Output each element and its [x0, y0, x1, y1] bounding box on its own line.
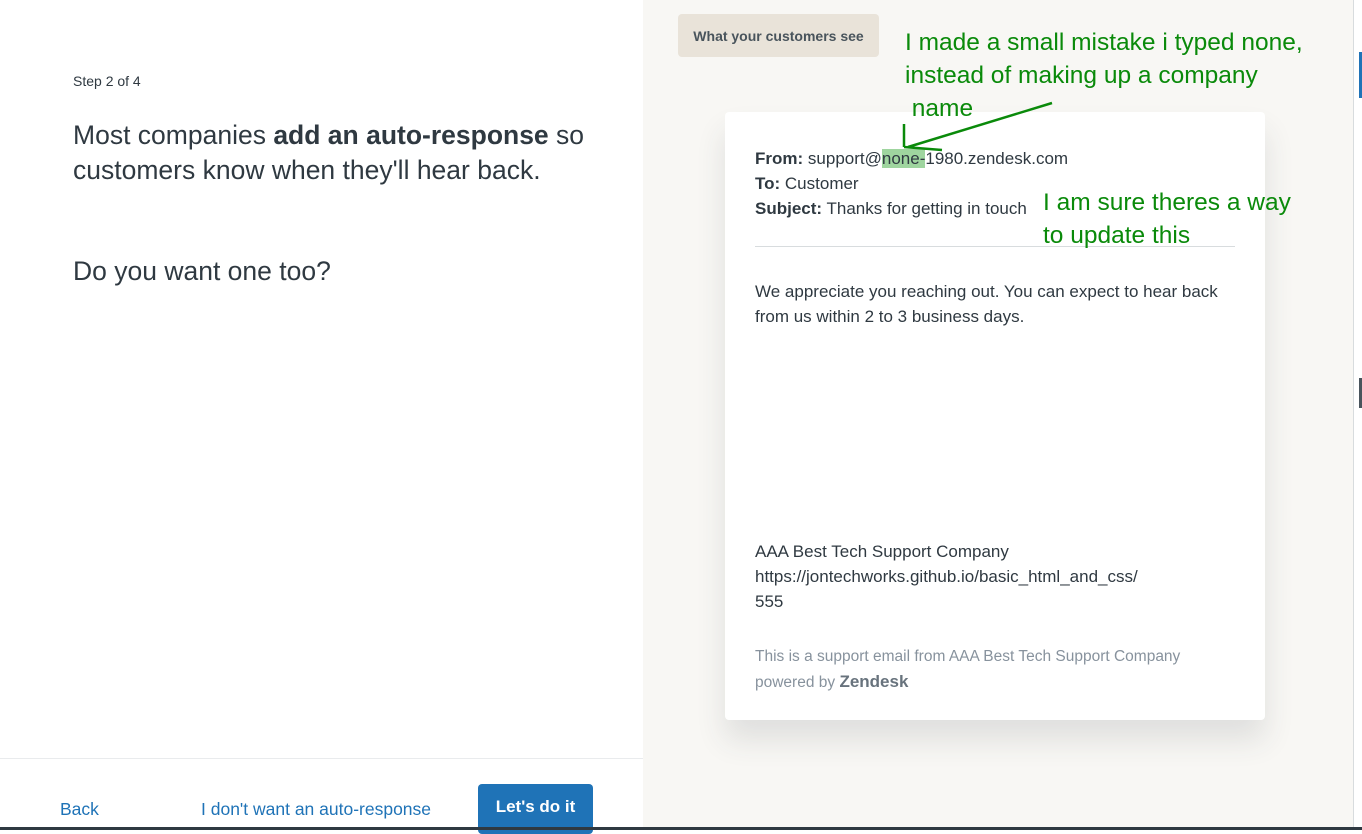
from-address-suffix: 1980.zendesk.com [925, 149, 1069, 168]
email-footer-note: This is a support email from AAA Best Te… [755, 644, 1235, 695]
email-signature: AAA Best Tech Support Company https://jo… [755, 539, 1138, 614]
zendesk-brand: Zendesk [839, 672, 909, 691]
email-subject-row: Subject: Thanks for getting in touch [755, 199, 1027, 219]
footer-divider [0, 758, 643, 759]
to-value: Customer [784, 174, 859, 193]
signature-company: AAA Best Tech Support Company [755, 542, 1009, 561]
annotation-note-line-2: instead of making up a company [905, 62, 1258, 89]
customer-view-tab[interactable]: What your customers see [678, 14, 879, 57]
window-right-edge [1353, 0, 1362, 830]
signature-phone: 555 [755, 592, 784, 611]
annotation-second-note-line-1: I am sure theres a way [1043, 189, 1291, 216]
headline-emphasis: add an auto-response [273, 120, 549, 150]
subject-value: Thanks for getting in touch [826, 199, 1027, 218]
from-label: From: [755, 149, 804, 168]
email-body: We appreciate you reaching out. You can … [755, 282, 1218, 326]
annotation-note-line-3: name [905, 95, 974, 122]
email-to-row: To: Customer [755, 174, 859, 194]
page-headline: Most companies add an auto-response so c… [73, 118, 593, 188]
decline-auto-response-link[interactable]: I don't want an auto-response [201, 799, 431, 820]
step-indicator: Step 2 of 4 [73, 73, 141, 89]
subject-label: Subject: [755, 199, 823, 218]
page-question: Do you want one too? [73, 256, 331, 286]
signature-url: https://jontechworks.github.io/basic_htm… [755, 567, 1138, 586]
annotation-second-note-line-2: to update this [1043, 222, 1191, 249]
footer-note-text: This is a support email from AAA Best Te… [755, 648, 1181, 691]
from-address-highlight: none- [881, 149, 926, 168]
headline-text: Most companies [73, 120, 274, 150]
back-link[interactable]: Back [60, 799, 99, 820]
setup-wizard-panel: Step 2 of 4 Most companies add an auto-r… [0, 0, 643, 834]
email-from-row: From: support@none-1980.zendesk.com [755, 149, 1068, 169]
to-label: To: [755, 174, 781, 193]
from-address-prefix: support@ [807, 149, 882, 168]
annotation-note-line-1: I made a small mistake i typed none, [905, 29, 1303, 56]
